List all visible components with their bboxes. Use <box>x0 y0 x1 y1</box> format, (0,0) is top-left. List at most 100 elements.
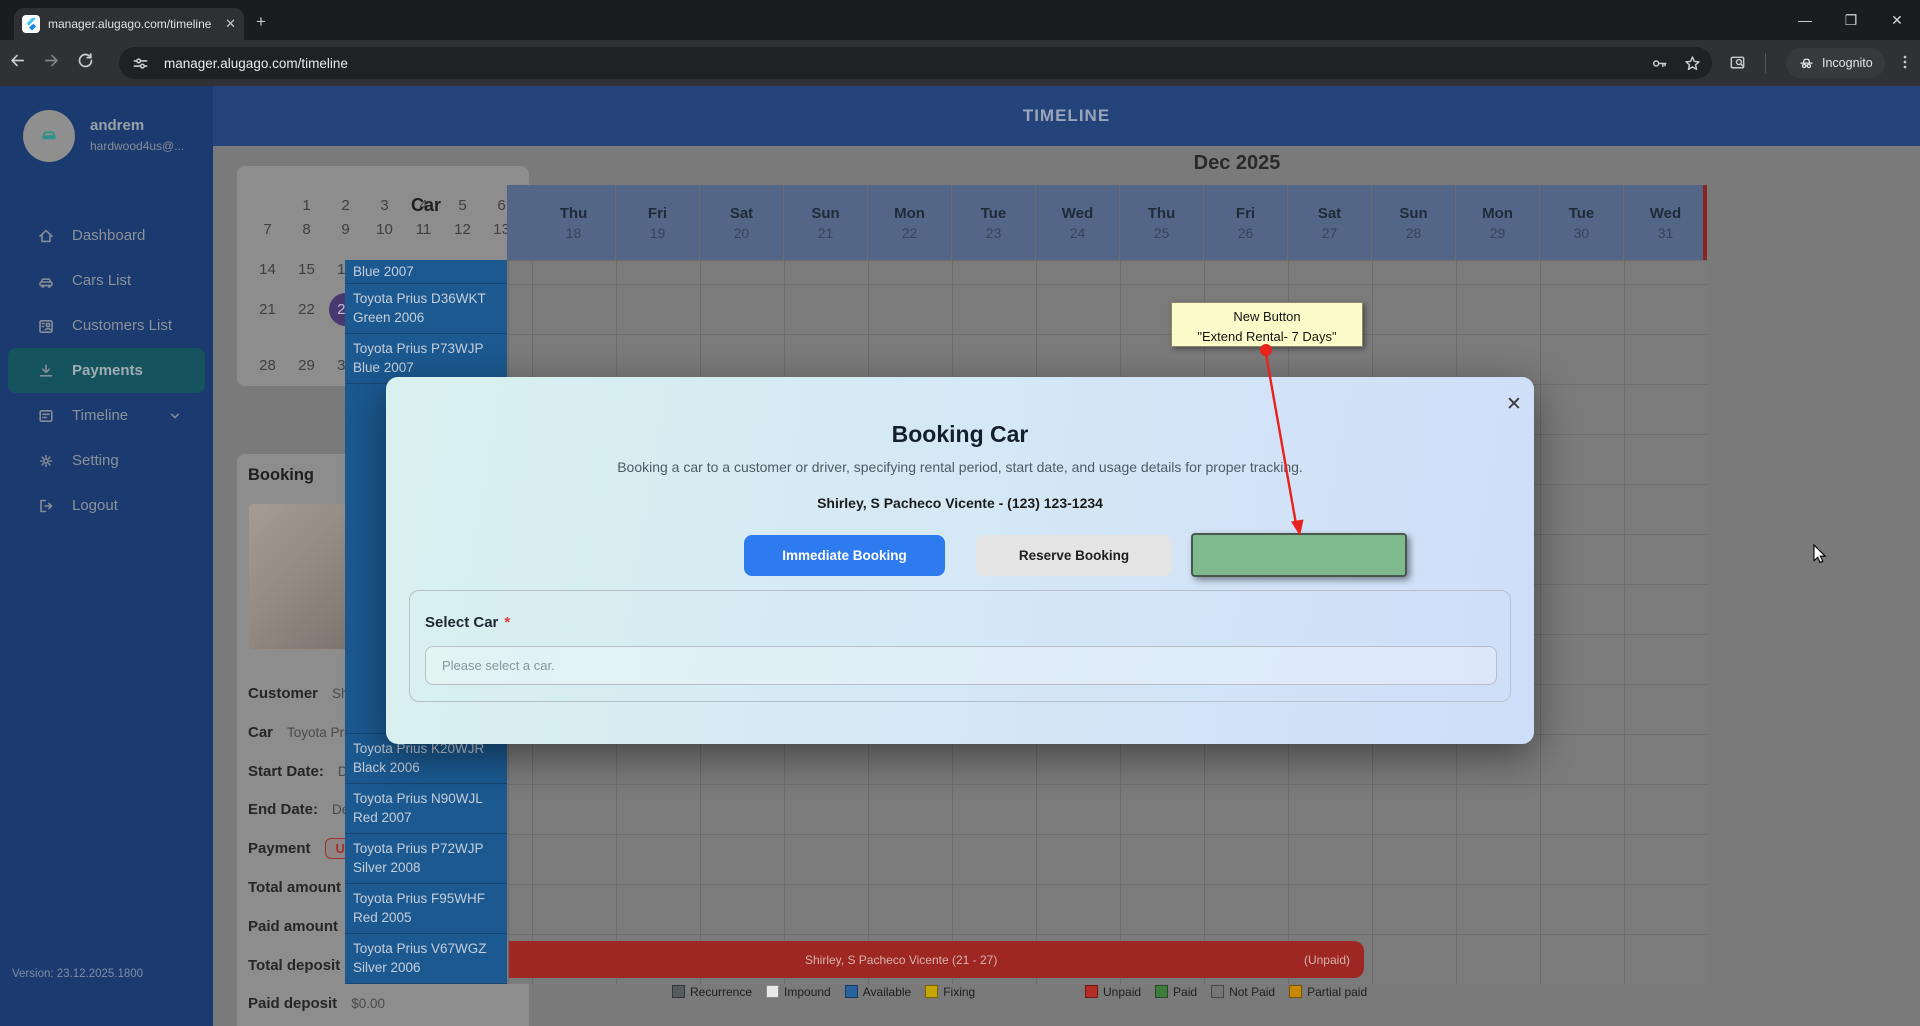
site-settings-icon[interactable] <box>131 54 150 73</box>
day-header-cell: Fri19 <box>616 185 699 260</box>
sidebar-item-payments[interactable]: Payments <box>8 348 205 393</box>
day-header-cell: Tue23 <box>952 185 1035 260</box>
legend-item: Paid <box>1155 985 1197 999</box>
sidebar-item-cars-list[interactable]: Cars List <box>0 258 213 303</box>
day-header-cell: Thu25 <box>1120 185 1203 260</box>
page-title: TIMELINE <box>213 86 1920 146</box>
extend-rental-new-button[interactable] <box>1191 533 1407 577</box>
sidebar-item-logout[interactable]: Logout <box>0 483 213 528</box>
setting-icon <box>36 451 56 471</box>
menu-dots-icon[interactable] <box>1896 53 1914 76</box>
close-window-icon[interactable]: ✕ <box>1874 12 1920 29</box>
day-header-cell: Sun28 <box>1372 185 1455 260</box>
car-column-header: Car <box>345 150 507 260</box>
timeline-icon <box>36 406 56 426</box>
day-header-cell: Thu18 <box>532 185 615 260</box>
user-name: andrem <box>90 117 144 134</box>
avatar[interactable] <box>23 110 75 162</box>
car-row[interactable]: Blue 2007 <box>345 260 507 284</box>
url-bar[interactable]: manager.alugago.com/timeline <box>119 47 1712 79</box>
car-row[interactable]: Toyota Prius D36WKTGreen 2006 <box>345 284 507 334</box>
legend-payments: UnpaidPaidNot PaidPartial paid <box>1085 983 1367 1000</box>
calendar-day[interactable]: 7 <box>248 210 287 250</box>
legend-swatch <box>1289 985 1302 998</box>
legend-item: Partial paid <box>1289 985 1367 999</box>
booking-bar[interactable]: Shirley, S Pacheco Vicente (21 - 27) (Un… <box>791 941 1364 978</box>
legend-swatch <box>925 985 938 998</box>
select-car-input[interactable]: Please select a car. <box>425 646 1497 685</box>
sidebar-item-setting[interactable]: Setting <box>0 438 213 483</box>
calendar-day[interactable]: 21 <box>248 290 287 330</box>
sidebar-item-customers-list[interactable]: Customers List <box>0 303 213 348</box>
sidebar: andrem hardwood4us@... Dashboard Cars Lis… <box>0 86 213 1026</box>
calendar-day[interactable]: 22 <box>287 290 326 330</box>
car-icon <box>36 271 56 291</box>
calendar-day[interactable]: 15 <box>287 250 326 290</box>
reserve-booking-button[interactable]: Reserve Booking <box>976 535 1172 576</box>
bookmark-star-icon[interactable] <box>1683 54 1702 73</box>
browser-tab[interactable]: manager.alugago.com/timeline ✕ <box>14 8 244 40</box>
car-row[interactable]: Toyota Prius P72WJPSilver 2008 <box>345 834 507 884</box>
select-car-placeholder: Please select a car. <box>442 658 555 673</box>
payments-icon <box>36 361 56 381</box>
sidebar-item-dashboard[interactable]: Dashboard <box>0 213 213 258</box>
reading-mode-icon[interactable] <box>1728 53 1747 72</box>
sidebar-item-timeline[interactable]: Timeline <box>0 393 213 438</box>
sidebar-item-label: Setting <box>72 452 119 469</box>
booking-field-label: Customer <box>248 685 318 702</box>
day-header-cell: Mon22 <box>868 185 951 260</box>
car-row[interactable]: Toyota Prius N90WJLRed 2007 <box>345 784 507 834</box>
reload-icon[interactable] <box>68 51 102 75</box>
logout-icon <box>36 496 56 516</box>
legend-item: Fixing <box>925 985 975 999</box>
app-page: andrem hardwood4us@... Dashboard Cars Lis… <box>0 86 1920 1026</box>
immediate-booking-button[interactable]: Immediate Booking <box>744 535 945 576</box>
car-row[interactable]: Toyota Prius F95WHFRed 2005 <box>345 884 507 934</box>
back-icon[interactable] <box>0 51 34 75</box>
annotation-callout: New Button "Extend Rental- 7 Days" <box>1171 302 1363 347</box>
booking-field-row: Paid deposit$0.00 <box>248 992 385 1014</box>
sidebar-item-label: Dashboard <box>72 227 145 244</box>
car-row[interactable]: Toyota Prius V67WGZSilver 2006 <box>345 934 507 984</box>
tab-close-icon[interactable]: ✕ <box>225 16 236 32</box>
day-header-cell: Fri26 <box>1204 185 1287 260</box>
day-header-cell: Wed24 <box>1036 185 1119 260</box>
new-tab-icon[interactable]: + <box>256 12 266 32</box>
calendar-day[interactable]: 14 <box>248 250 287 290</box>
booking-field-label: Start Date: <box>248 763 324 780</box>
legend-swatch <box>766 985 779 998</box>
annotation-line2: "Extend Rental- 7 Days" <box>1172 327 1362 347</box>
incognito-icon <box>1798 55 1815 72</box>
incognito-label: Incognito <box>1822 56 1873 70</box>
home-icon <box>36 226 56 246</box>
minimize-icon[interactable]: — <box>1782 12 1828 28</box>
forward-icon[interactable] <box>34 51 68 75</box>
sidebar-nav: Dashboard Cars List Customers List Payments… <box>0 213 213 528</box>
browser-toolbar: manager.alugago.com/timeline Incognito <box>0 40 1920 86</box>
chevron-down-icon[interactable] <box>165 406 185 426</box>
password-key-icon[interactable] <box>1650 54 1669 73</box>
month-label: Dec 2025 <box>1137 152 1337 175</box>
legend-item: Available <box>845 985 911 999</box>
calendar-day[interactable]: 29 <box>287 346 326 386</box>
close-icon[interactable]: ✕ <box>1506 393 1522 416</box>
sidebar-item-label: Payments <box>72 362 143 379</box>
flutter-favicon-icon <box>22 15 40 33</box>
calendar-day[interactable]: 28 <box>248 346 287 386</box>
maximize-icon[interactable]: ❐ <box>1828 12 1874 29</box>
legend-statuses: RecurrenceImpoundAvailableFixing <box>672 983 975 1000</box>
booking-field-label: Total deposit <box>248 957 340 974</box>
sidebar-item-label: Cars List <box>72 272 131 289</box>
booking-status: (Unpaid) <box>1304 953 1350 967</box>
clipped-booking-strip <box>1703 185 1707 260</box>
required-asterisk: * <box>504 614 510 631</box>
version-label: Version: 23.12.2025.1800 <box>12 968 143 980</box>
annotation-line1: New Button <box>1172 307 1362 327</box>
select-car-fieldset: Select Car* Please select a car. <box>409 590 1511 702</box>
calendar-day[interactable]: 8 <box>287 210 326 250</box>
toolbar-divider <box>1765 53 1766 73</box>
modal-subtitle: Booking a car to a customer or driver, s… <box>386 459 1534 475</box>
booking-label: Shirley, S Pacheco Vicente (21 - 27) <box>805 953 997 967</box>
day-header-cell: Tue30 <box>1540 185 1623 260</box>
user-email: hardwood4us@... <box>90 139 184 153</box>
